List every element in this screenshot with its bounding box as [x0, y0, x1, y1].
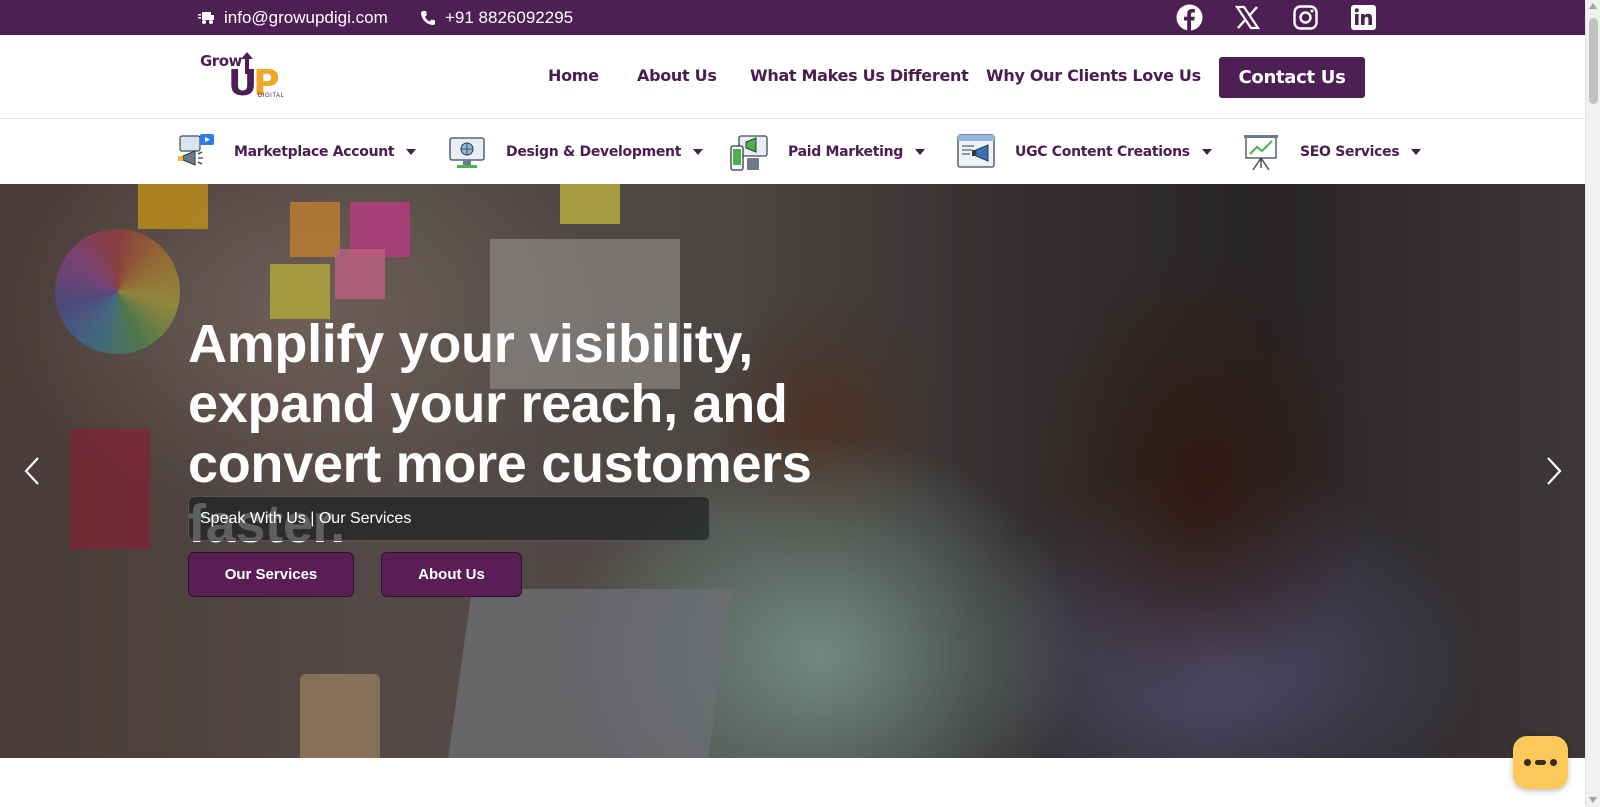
chat-bubble-icon-dot — [1550, 759, 1557, 766]
about-us-button[interactable]: About Us — [381, 552, 522, 597]
phone-icon — [421, 10, 435, 25]
instagram-icon[interactable] — [1292, 4, 1319, 31]
services-label-paid: Paid Marketing — [788, 143, 904, 160]
mail-truck-icon — [198, 11, 214, 24]
phone-link[interactable]: +91 8826092295 — [420, 0, 573, 35]
scroll-down-arrow-icon[interactable] — [1589, 797, 1597, 803]
growup-logo[interactable]: Grow UP DIGITAL — [198, 49, 288, 105]
hero-tagline: Speak With Us | Our Services — [188, 496, 710, 541]
scroll-up-arrow-icon[interactable] — [1589, 3, 1597, 9]
services-item-ugc-content[interactable]: UGC Content Creations — [956, 119, 1212, 184]
chevron-left-icon[interactable] — [22, 456, 42, 486]
services-menu: Marketplace Account Design & Development… — [0, 119, 1585, 184]
services-item-design-development[interactable]: Design & Development — [447, 119, 704, 184]
nav-about-us[interactable]: About Us — [637, 66, 717, 85]
nav-what-makes-us-different[interactable]: What Makes Us Different — [750, 66, 969, 85]
scrollbar-thumb[interactable] — [1589, 18, 1598, 104]
chevron-down-icon — [915, 148, 926, 155]
chevron-down-icon — [1201, 148, 1212, 155]
email-text: info@growupdigi.com — [224, 7, 388, 27]
hero-slider: Amplify your visibility, expand your rea… — [0, 184, 1585, 758]
services-item-paid-marketing[interactable]: Paid Marketing — [729, 119, 926, 184]
services-label-seo: SEO Services — [1300, 143, 1400, 160]
services-label-design: Design & Development — [506, 143, 682, 160]
chat-bubble-icon-dash — [1535, 760, 1546, 765]
nav-home[interactable]: Home — [548, 66, 599, 85]
services-item-marketplace-account[interactable]: Marketplace Account — [175, 119, 417, 184]
facebook-icon[interactable] — [1176, 4, 1203, 31]
chevron-down-icon — [1411, 148, 1422, 155]
megaphone-video-icon — [178, 133, 214, 166]
chat-widget-button[interactable] — [1513, 736, 1568, 789]
main-header: Grow UP DIGITAL Home About Us What Makes… — [0, 35, 1585, 119]
logo-digital-text: DIGITAL — [258, 93, 285, 99]
services-item-seo[interactable]: SEO Services — [1241, 119, 1422, 184]
devices-megaphone-icon — [730, 134, 768, 171]
presentation-chart-icon — [1244, 134, 1278, 170]
social-links — [1176, 4, 1377, 31]
services-label-ugc: UGC Content Creations — [1015, 143, 1190, 160]
chevron-down-icon — [693, 148, 704, 155]
phone-text: +91 8826092295 — [445, 7, 574, 27]
linkedin-icon[interactable] — [1350, 4, 1377, 31]
chevron-down-icon — [406, 148, 417, 155]
page-scrollbar[interactable] — [1585, 0, 1600, 807]
chevron-right-icon[interactable] — [1544, 456, 1564, 486]
contact-us-button[interactable]: Contact Us — [1219, 57, 1365, 98]
our-services-button[interactable]: Our Services — [188, 552, 354, 597]
top-contact-bar: info@growupdigi.com +91 8826092295 — [0, 0, 1585, 35]
x-icon[interactable] — [1234, 4, 1261, 31]
email-link[interactable]: info@growupdigi.com — [198, 0, 388, 35]
logo-u: U — [228, 63, 257, 104]
browser-megaphone-icon — [957, 133, 995, 168]
services-label-marketplace: Marketplace Account — [234, 143, 395, 160]
monitor-globe-icon — [449, 136, 485, 168]
chat-bubble-icon — [1524, 759, 1531, 766]
nav-why-clients-love-us[interactable]: Why Our Clients Love Us — [986, 66, 1201, 85]
